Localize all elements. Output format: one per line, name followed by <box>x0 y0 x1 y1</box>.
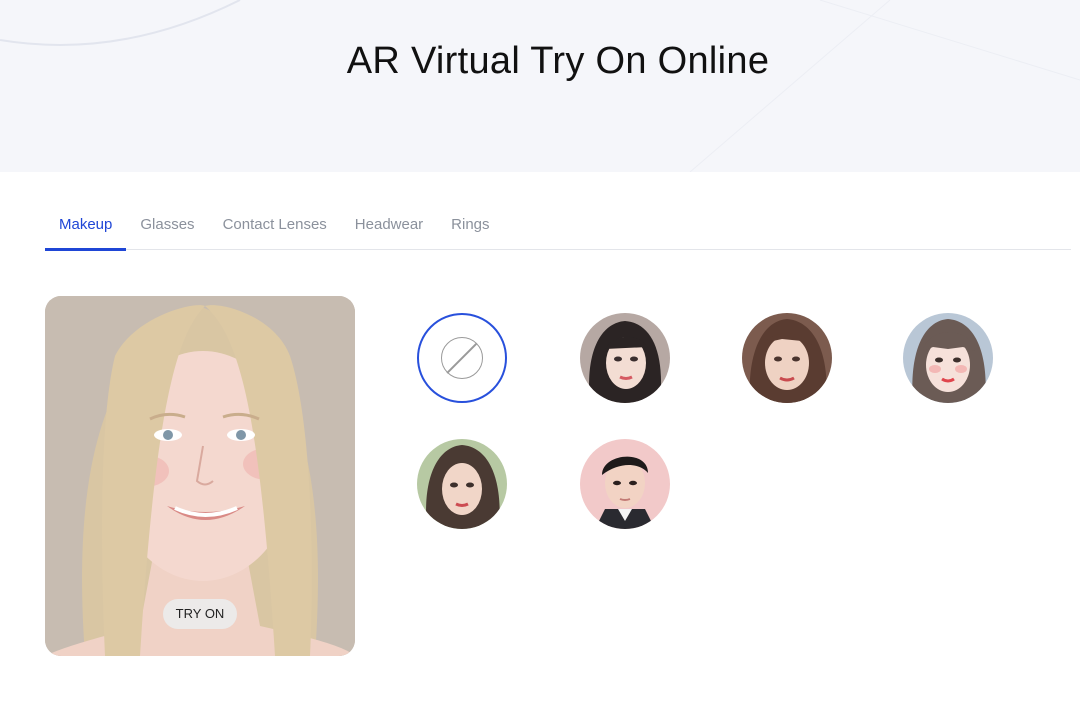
hero-decoration <box>0 0 1080 172</box>
woman-dark-hair-portrait <box>580 313 670 403</box>
none-icon <box>441 337 483 379</box>
makeup-style-5-option[interactable] <box>580 439 670 529</box>
makeup-style-3-option[interactable] <box>903 313 993 403</box>
category-tabs: Makeup Glasses Contact Lenses Headwear R… <box>45 204 1071 251</box>
try-on-button[interactable]: TRY ON <box>163 599 237 629</box>
woman-brown-hair-portrait <box>742 313 832 403</box>
tab-rings[interactable]: Rings <box>437 204 503 250</box>
tab-glasses[interactable]: Glasses <box>126 204 208 250</box>
makeup-style-2-option[interactable] <box>742 313 832 403</box>
try-on-preview: TRY ON <box>45 296 355 656</box>
makeup-style-1-option[interactable] <box>580 313 670 403</box>
tab-contact-lenses[interactable]: Contact Lenses <box>209 204 341 250</box>
hero-banner: AR Virtual Try On Online <box>0 0 1080 172</box>
tab-makeup[interactable]: Makeup <box>45 204 127 251</box>
man-portrait <box>580 439 670 529</box>
tab-headwear[interactable]: Headwear <box>341 204 437 250</box>
woman-long-hair-portrait <box>417 439 507 529</box>
woman-bangs-portrait <box>903 313 993 403</box>
page-title: AR Virtual Try On Online <box>346 40 770 82</box>
makeup-style-4-option[interactable] <box>417 439 507 529</box>
no-makeup-option[interactable] <box>417 313 507 403</box>
